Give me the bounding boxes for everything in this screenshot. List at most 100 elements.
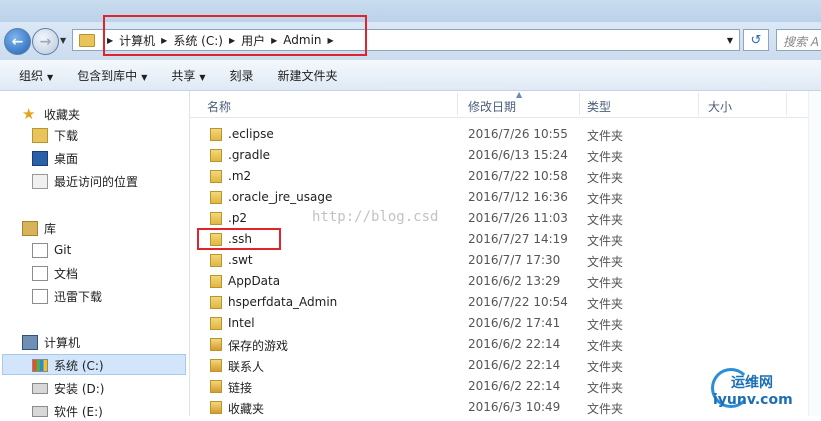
logo-line2: iyunv.com xyxy=(713,392,793,408)
file-name: .m2 xyxy=(228,169,252,183)
nav-label: 迅雷下载 xyxy=(54,289,103,304)
organize-button[interactable]: 组织 ▼ xyxy=(10,67,62,84)
file-row[interactable]: .m2 2016/7/22 10:58 文件夹 xyxy=(190,166,821,187)
library-icon xyxy=(22,220,38,236)
column-header-type[interactable]: 类型 xyxy=(587,98,611,115)
column-divider[interactable] xyxy=(579,93,580,115)
column-header-name[interactable]: 名称 xyxy=(207,98,231,115)
nav-item-git[interactable]: Git xyxy=(32,240,71,260)
nav-favorites[interactable]: ★ 收藏夹 xyxy=(22,104,80,124)
file-row[interactable]: AppData 2016/6/2 13:29 文件夹 xyxy=(190,271,821,292)
file-row[interactable]: .p2 2016/7/26 11:03 文件夹 xyxy=(190,208,821,229)
logo-line1: 运维网 xyxy=(731,375,773,391)
file-row[interactable]: .oracle_jre_usage 2016/7/12 16:36 文件夹 xyxy=(190,187,821,208)
file-modified: 2016/7/22 10:58 xyxy=(468,169,568,183)
file-type: 文件夹 xyxy=(587,360,624,374)
dropdown-icon: ▼ xyxy=(141,72,148,82)
site-logo: 运维网 iyunv.com xyxy=(705,366,815,414)
folder-icon xyxy=(210,212,222,225)
watermark-text: http://blog.csd xyxy=(312,209,439,225)
navigation-pane: ★ 收藏夹 下载 桌面 最近访问的位置 库 Git 文档 迅雷下载 计算机 系统… xyxy=(0,91,190,419)
nav-label: 软件 (E:) xyxy=(54,404,103,419)
computer-icon xyxy=(22,334,38,350)
nav-item-downloads[interactable]: 下载 xyxy=(32,125,78,145)
nav-label: Git xyxy=(54,243,72,257)
file-name: 收藏夹 xyxy=(228,402,265,416)
file-modified: 2016/6/13 15:24 xyxy=(468,148,568,162)
back-button[interactable]: ← xyxy=(4,28,31,55)
new-folder-button[interactable]: 新建文件夹 xyxy=(269,67,347,84)
search-input[interactable]: 搜索 A xyxy=(776,29,821,51)
recent-places-icon xyxy=(32,173,48,189)
folder-icon xyxy=(210,191,222,204)
nav-computer[interactable]: 计算机 xyxy=(22,332,80,352)
folder-icon xyxy=(210,317,222,330)
burn-button[interactable]: 刻录 xyxy=(221,67,263,84)
nav-item-desktop[interactable]: 桌面 xyxy=(32,148,78,168)
file-name: .oracle_jre_usage xyxy=(228,190,333,204)
nav-label: 桌面 xyxy=(54,151,79,166)
nav-item-drive-c[interactable]: 系统 (C:) xyxy=(32,355,104,375)
nav-label: 下载 xyxy=(54,128,79,143)
forward-arrow-icon: → xyxy=(39,33,52,50)
new-folder-label: 新建文件夹 xyxy=(277,68,338,83)
file-modified: 2016/7/26 10:55 xyxy=(468,127,568,141)
forward-button[interactable]: → xyxy=(32,28,59,55)
file-modified: 2016/6/3 10:49 xyxy=(468,400,561,414)
file-row[interactable]: Intel 2016/6/2 17:41 文件夹 xyxy=(190,313,821,334)
nav-libraries[interactable]: 库 xyxy=(22,218,56,238)
file-name: AppData xyxy=(228,274,281,288)
share-button[interactable]: 共享 ▼ xyxy=(162,67,214,84)
file-modified: 2016/6/2 13:29 xyxy=(468,274,561,288)
recent-pages-dropdown-icon[interactable]: ▼ xyxy=(60,36,66,45)
folder-icon xyxy=(210,128,222,141)
column-divider[interactable] xyxy=(457,93,458,115)
drive-icon xyxy=(32,382,48,394)
favorites-icon xyxy=(210,401,222,414)
column-divider[interactable] xyxy=(698,93,699,115)
file-modified: 2016/7/22 10:54 xyxy=(468,295,568,309)
file-modified: 2016/7/12 16:36 xyxy=(468,190,568,204)
burn-label: 刻录 xyxy=(229,68,254,83)
file-type: 文件夹 xyxy=(587,234,624,248)
folder-icon xyxy=(210,149,222,162)
file-modified: 2016/6/2 22:14 xyxy=(468,337,561,351)
organize-label: 组织 xyxy=(19,68,44,83)
file-name: 联系人 xyxy=(228,360,265,374)
column-divider[interactable] xyxy=(786,93,787,115)
file-row[interactable]: .eclipse 2016/7/26 10:55 文件夹 xyxy=(190,124,821,145)
column-header-modified[interactable]: 修改日期 xyxy=(468,98,516,115)
file-modified: 2016/6/2 22:14 xyxy=(468,379,561,393)
address-dropdown-icon[interactable]: ▼ xyxy=(727,36,733,45)
star-icon: ★ xyxy=(22,104,36,123)
back-arrow-icon: ← xyxy=(11,33,24,50)
nav-item-documents[interactable]: 文档 xyxy=(32,263,78,283)
file-row[interactable]: 保存的游戏 2016/6/2 22:14 文件夹 xyxy=(190,334,821,355)
nav-item-thunder-downloads[interactable]: 迅雷下载 xyxy=(32,286,102,306)
nav-item-recent-places[interactable]: 最近访问的位置 xyxy=(32,171,138,191)
file-name: .p2 xyxy=(228,211,248,225)
file-type: 文件夹 xyxy=(587,255,624,269)
nav-label: 最近访问的位置 xyxy=(54,174,139,189)
nav-label: 系统 (C:) xyxy=(54,358,104,373)
include-in-library-label: 包含到库中 xyxy=(77,68,138,83)
include-in-library-button[interactable]: 包含到库中 ▼ xyxy=(68,67,156,84)
file-type: 文件夹 xyxy=(587,129,624,143)
highlight-box-ssh xyxy=(197,228,281,250)
nav-label: 安装 (D:) xyxy=(54,381,105,396)
nav-item-drive-d[interactable]: 安装 (D:) xyxy=(32,378,104,398)
file-name: Intel xyxy=(228,316,255,330)
file-row[interactable]: .gradle 2016/6/13 15:24 文件夹 xyxy=(190,145,821,166)
file-type: 文件夹 xyxy=(587,402,624,416)
refresh-button[interactable]: ↺ xyxy=(743,29,769,51)
file-modified: 2016/7/27 14:19 xyxy=(468,232,568,246)
file-name: .gradle xyxy=(228,148,271,162)
nav-label: 计算机 xyxy=(44,335,81,350)
file-row[interactable]: .swt 2016/7/7 17:30 文件夹 xyxy=(190,250,821,271)
nav-item-drive-e[interactable]: 软件 (E:) xyxy=(32,401,103,421)
folder-icon xyxy=(210,296,222,309)
desktop-icon xyxy=(32,150,48,166)
file-row[interactable]: hsperfdata_Admin 2016/7/22 10:54 文件夹 xyxy=(190,292,821,313)
file-row[interactable]: .ssh 2016/7/27 14:19 文件夹 xyxy=(190,229,821,250)
column-header-size[interactable]: 大小 xyxy=(708,98,732,115)
